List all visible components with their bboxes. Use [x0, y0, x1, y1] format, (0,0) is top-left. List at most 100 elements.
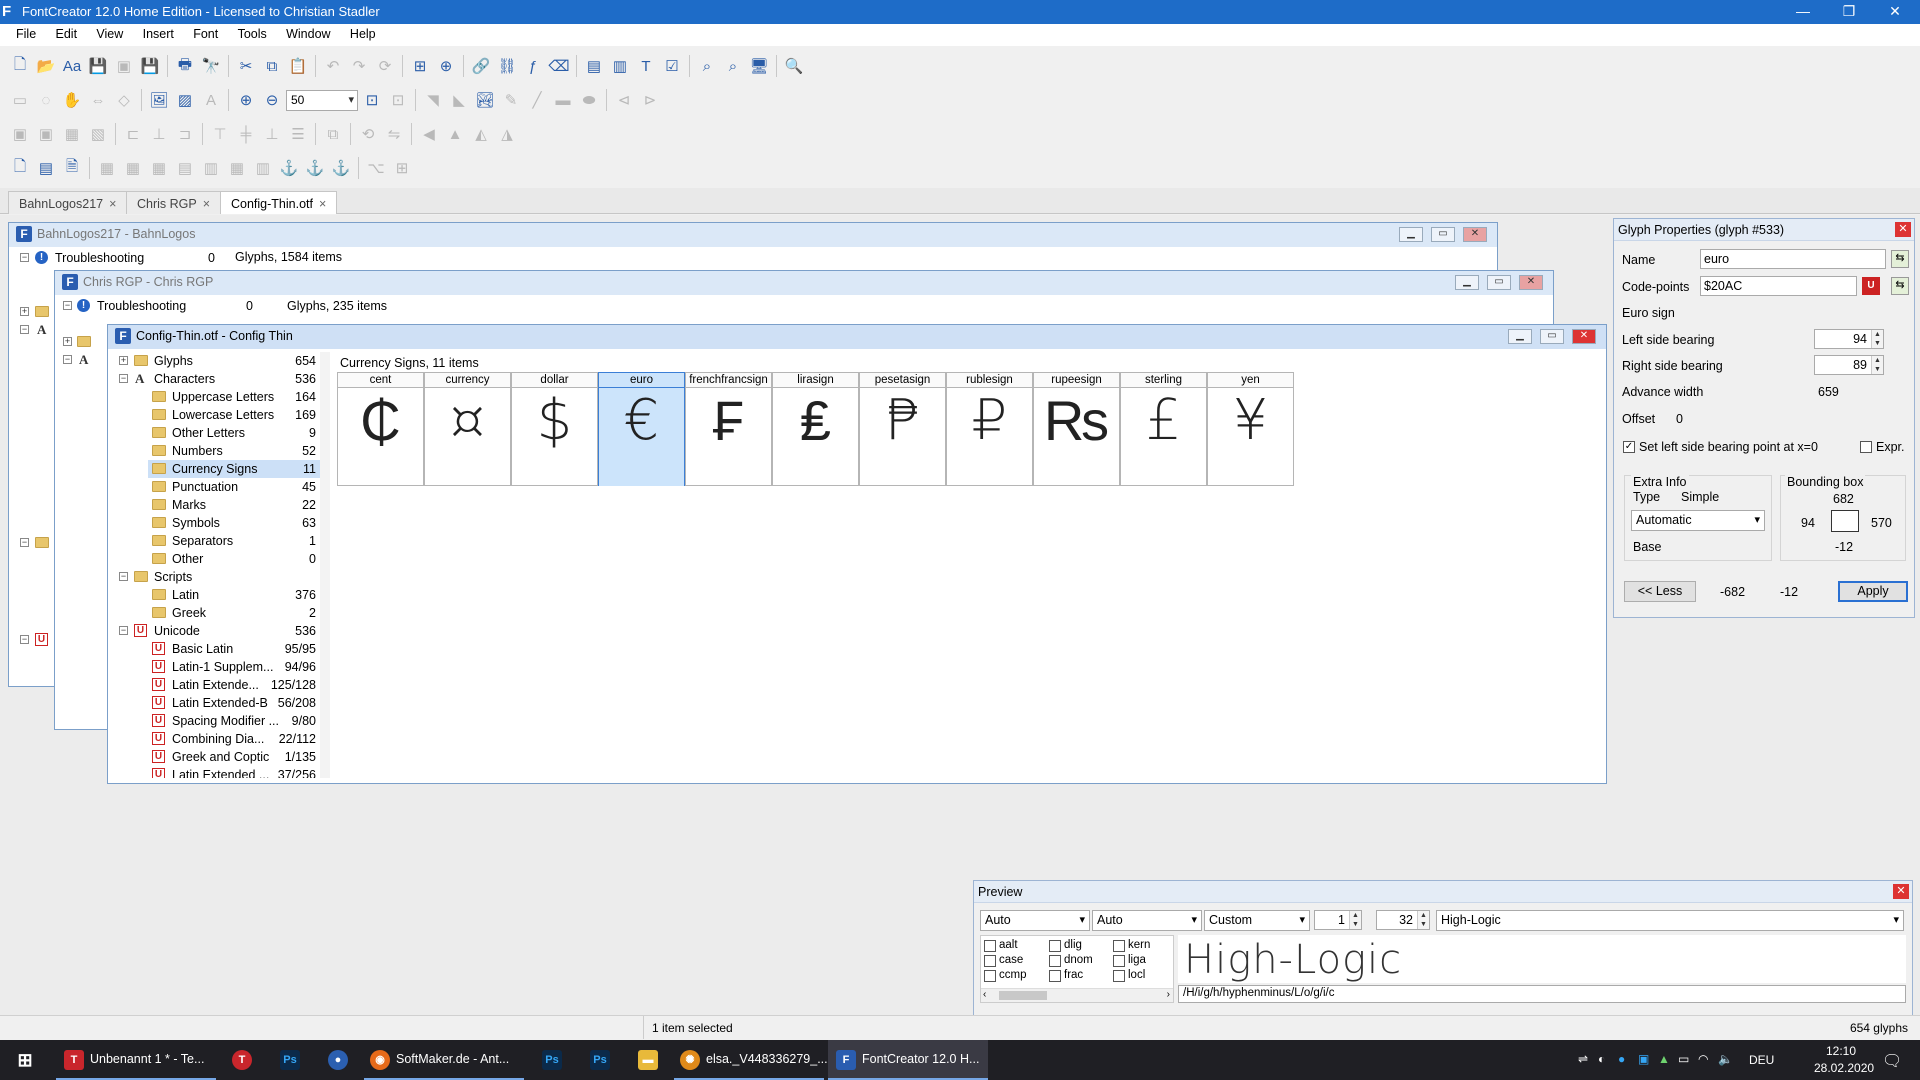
zoom-out-icon[interactable]: ⊖	[260, 88, 284, 112]
close-icon[interactable]: ×	[319, 197, 326, 211]
ellipse-icon[interactable]: ⬬	[577, 88, 601, 112]
menu-insert[interactable]: Insert	[143, 24, 174, 41]
corner-icon[interactable]: ◥	[421, 88, 445, 112]
validate-icon[interactable]: ☑	[660, 54, 684, 78]
font-size-spinner[interactable]: 32 ▲ ▼	[1376, 910, 1430, 930]
text-view-icon[interactable]: A	[199, 88, 223, 112]
knife-icon[interactable]: ╱	[525, 88, 549, 112]
feature-scrollbar[interactable]: ‹ ›	[981, 988, 1173, 1002]
tree-item-other[interactable]: Other 0	[112, 550, 320, 568]
save-icon[interactable]: 💾	[86, 54, 110, 78]
preview-icon[interactable]: 🔍	[782, 54, 806, 78]
distribute-icon[interactable]: ☰	[286, 122, 310, 146]
tree-item-combining[interactable]: U Combining Dia... 22/112	[112, 730, 320, 748]
feature-checkbox[interactable]	[984, 970, 996, 982]
redo-icon[interactable]: ↷	[347, 54, 371, 78]
wifi-icon[interactable]: ◠	[1698, 1052, 1708, 1066]
zoom-in-icon[interactable]: ⊕	[234, 88, 258, 112]
line-count-spinner[interactable]: 1 ▲ ▼	[1314, 910, 1362, 930]
forward-icon[interactable]: ⊳	[638, 88, 662, 112]
tray-icon[interactable]: ▣	[1638, 1052, 1649, 1066]
grid2-icon[interactable]: ▦	[121, 156, 145, 180]
tab-chris-rgp[interactable]: Chris RGP ×	[126, 191, 222, 214]
node-icon[interactable]: ⌥	[364, 156, 388, 180]
ungroup-icon[interactable]: ▣	[34, 122, 58, 146]
glyph-cell[interactable]: dollar $	[511, 372, 598, 486]
less-button[interactable]: << Less	[1624, 581, 1696, 602]
menu-window[interactable]: Window	[286, 24, 330, 41]
new-font-icon[interactable]: 🗋	[8, 54, 32, 78]
language-select[interactable]: Auto	[1092, 910, 1202, 931]
glyph-cell[interactable]: frenchfrancsign ₣	[685, 372, 772, 486]
language-indicator[interactable]: DEU	[1749, 1053, 1774, 1067]
feature-checkbox[interactable]	[1113, 970, 1125, 982]
triangle3-icon[interactable]: ◮	[495, 122, 519, 146]
align-middle-icon[interactable]: ╪	[234, 122, 258, 146]
clock-date[interactable]: 28.02.2020	[1814, 1061, 1874, 1075]
taskbar-photoshop-3[interactable]: Ps	[578, 1040, 622, 1080]
image-icon[interactable]: 🏞	[473, 88, 497, 112]
feature-checkbox[interactable]	[1113, 940, 1125, 952]
tree-item-currency-signs[interactable]: Currency Signs 11	[148, 460, 320, 478]
glyph-cell[interactable]: lirasign ₤	[772, 372, 859, 486]
expr-checkbox[interactable]	[1860, 441, 1872, 453]
link-icon[interactable]: 🔗	[469, 54, 493, 78]
window-maximize-button[interactable]: ▭	[1431, 227, 1455, 242]
grid3-icon[interactable]: ▦	[147, 156, 171, 180]
tray-icon[interactable]: ▭	[1678, 1052, 1689, 1066]
tree-item-latin1[interactable]: U Latin-1 Supplem... 94/96	[112, 658, 320, 676]
close-icon[interactable]: ×	[109, 197, 116, 211]
menu-font[interactable]: Font	[193, 24, 218, 41]
collapse-toggle[interactable]: −	[20, 325, 29, 334]
feature-checkbox[interactable]	[1049, 955, 1061, 967]
clock-time[interactable]: 12:10	[1826, 1044, 1856, 1058]
insert-character-icon[interactable]: ⊞	[408, 54, 432, 78]
outline-view-icon[interactable]: ▨	[173, 88, 197, 112]
window-close-button[interactable]: ✕	[1463, 227, 1487, 242]
corner2-icon[interactable]: ◣	[447, 88, 471, 112]
start-button[interactable]: ⊞	[0, 1040, 50, 1080]
align-bottom-icon[interactable]: ⊥	[260, 122, 284, 146]
select-rect-icon[interactable]: ▭	[8, 88, 32, 112]
close-icon[interactable]: ✕	[1893, 884, 1909, 899]
window-minimize-button[interactable]: ▁	[1508, 329, 1532, 344]
window-minimize-button[interactable]: ▁	[1455, 275, 1479, 290]
measure-icon[interactable]: ⇔	[86, 88, 110, 112]
tray-icon[interactable]: ◐	[1598, 1052, 1605, 1066]
anchor3-icon[interactable]: ⚓	[329, 156, 353, 180]
cut-icon[interactable]: ✂	[234, 54, 258, 78]
unicode-icon[interactable]: U	[1862, 277, 1880, 295]
tab-bahnlogos[interactable]: BahnLogos217 ×	[8, 191, 128, 214]
tree-item-other-letters[interactable]: Other Letters 9	[112, 424, 320, 442]
glyph-string-input[interactable]: /H/i/g/h/hyphenminus/L/o/g/i/c	[1178, 985, 1906, 1003]
triangle-icon[interactable]: ▲	[443, 122, 467, 146]
tree-item-latin-ext-add[interactable]: U Latin Extended ... 37/256	[112, 766, 320, 778]
collapse-toggle[interactable]: −	[20, 253, 29, 262]
glyph-cell[interactable]: rupeesign ₨	[1033, 372, 1120, 486]
codepoints-input[interactable]: $20AC	[1700, 276, 1857, 296]
tree-item-troubleshooting[interactable]: Troubleshooting	[55, 251, 144, 265]
tag-icon[interactable]: ⇆	[1891, 277, 1909, 295]
new-document-icon[interactable]: 🗋	[8, 156, 32, 180]
insert-glyph-icon[interactable]: ⊕	[434, 54, 458, 78]
speaker-icon[interactable]: 🔈	[1718, 1052, 1733, 1066]
tray-icon[interactable]: ●	[1618, 1052, 1625, 1066]
menu-view[interactable]: View	[96, 24, 123, 41]
anchor2-icon[interactable]: ⚓	[303, 156, 327, 180]
group-icon[interactable]: ▣	[8, 122, 32, 146]
collapse-toggle[interactable]: −	[20, 635, 29, 644]
save-as-icon[interactable]: 💾	[138, 54, 162, 78]
open-installed-font-icon[interactable]: Aa	[60, 54, 84, 78]
feature-checkbox[interactable]	[984, 940, 996, 952]
align-center-icon[interactable]: ⊥	[147, 122, 171, 146]
window-maximize-button[interactable]: ▭	[1487, 275, 1511, 290]
taskbar-photoshop-1[interactable]: Ps	[268, 1040, 312, 1080]
taskbar-app-4[interactable]: ●	[316, 1040, 360, 1080]
install-icon[interactable]: 🖥	[747, 54, 771, 78]
tree-item-latin-ext-a[interactable]: U Latin Extende... 125/128	[112, 676, 320, 694]
tree-scrollbar[interactable]	[320, 352, 330, 778]
taskbar-fontcreator[interactable]: F FontCreator 12.0 H...	[828, 1040, 988, 1080]
combine-icon[interactable]: ▦	[60, 122, 84, 146]
copy-icon[interactable]: ⧉	[260, 54, 284, 78]
rsb-input[interactable]: 89 ▲ ▼	[1814, 355, 1884, 375]
